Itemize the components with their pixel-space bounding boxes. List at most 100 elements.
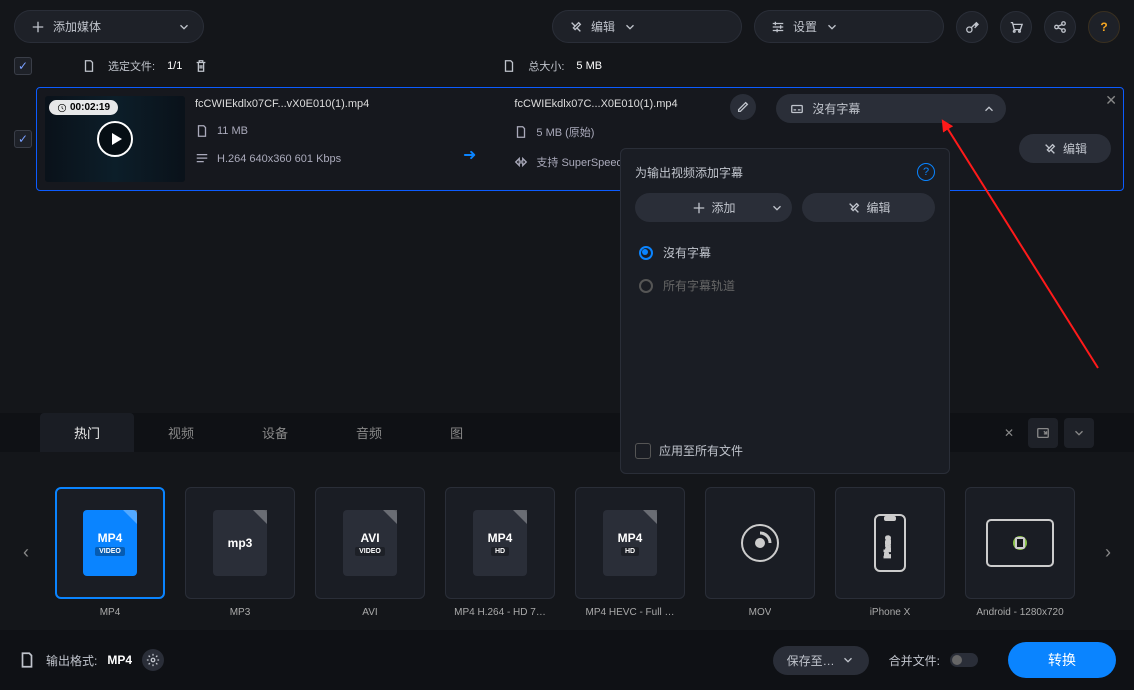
cart-button[interactable] [1000,11,1032,43]
tools-icon [1043,142,1057,156]
output-format-value: MP4 [107,653,132,667]
subtitle-icon [790,102,804,116]
selected-count: 1/1 [167,60,182,72]
radio-all-tracks[interactable]: 所有字幕轨道 [635,269,935,302]
popup-title: 为输出视频添加字幕 [635,164,743,181]
radio-label-2: 所有字幕轨道 [663,277,735,294]
tab-hot[interactable]: 热门 [40,413,134,452]
help-button[interactable]: ? [1088,11,1120,43]
formats-next-button[interactable]: › [1096,523,1120,583]
key-button[interactable] [956,11,988,43]
total-size-label: 总大小: [528,58,564,74]
expand-icon [1036,426,1050,440]
tabs-collapse-button[interactable] [1064,418,1094,448]
selected-files-label: 选定文件: [108,58,155,74]
merge-label: 合并文件: [889,652,940,669]
duration-badge: 00:02:19 [49,100,118,115]
tabs-expand-button[interactable] [1028,418,1058,448]
file-edit-button[interactable]: 编辑 [1019,134,1111,163]
radio-no-subtitle[interactable]: 沒有字幕 [635,236,935,269]
format-item[interactable]: MP4HDMP4 HEVC - Full … [572,487,688,618]
gear-icon [146,653,160,667]
tabs-close-button[interactable]: ✕ [996,418,1022,448]
tab-audio[interactable]: 音频 [322,413,416,452]
merge-toggle[interactable] [950,653,978,667]
key-icon [965,20,979,34]
format-item[interactable]: MP4HDMP4 H.264 - HD 7… [442,487,558,618]
subtitle-popup: 为输出视频添加字幕 ? 添加 编辑 沒有字幕 所有字幕轨道 应用至所有文件 [620,148,950,474]
remove-file-button[interactable]: ✕ [1105,92,1117,109]
format-label: iPhone X [870,607,911,618]
format-item[interactable]: AVIVIDEOAVI [312,487,428,618]
speed-icon [514,155,528,169]
format-item[interactable]: mp3MP3 [182,487,298,618]
chevron-down-icon [623,20,637,34]
popup-edit-button[interactable]: 编辑 [802,193,935,222]
add-media-button[interactable]: 添加媒体 [14,10,204,43]
cart-icon [1009,20,1023,34]
chevron-down-icon [841,653,855,667]
apply-all-label: 应用至所有文件 [659,442,743,459]
share-icon [1053,20,1067,34]
chevron-down-icon [825,20,839,34]
plus-icon [31,20,45,34]
pencil-icon [736,100,750,114]
convert-button[interactable]: 转换 [1008,642,1116,678]
input-filename: fcCWIEkdlx07CF...vX0E010(1).mp4 [195,98,369,110]
format-item[interactable]: iPhone iPhone X [832,487,948,618]
edit-label: 编辑 [591,18,615,35]
format-label: MOV [749,607,772,618]
plus-icon [692,201,706,215]
settings-dropdown[interactable]: 设置 [754,10,944,43]
subtitle-dropdown[interactable]: 沒有字幕 [776,94,1006,123]
popup-help-button[interactable]: ? [917,163,935,181]
popup-edit-label: 编辑 [867,199,891,216]
file-icon [18,651,36,669]
save-to-label: 保存至… [787,652,835,669]
radio-icon [639,246,653,260]
format-label: MP4 H.264 - HD 7… [454,607,546,618]
file-icon [195,124,209,138]
format-item[interactable]: MOV [702,487,818,618]
radio-label-1: 沒有字幕 [663,244,711,261]
svg-text:iPhone: iPhone [885,536,892,558]
tab-image[interactable]: 图 [416,413,497,452]
tools-icon [847,201,861,215]
formats-prev-button[interactable]: ‹ [14,523,38,583]
edit-dropdown[interactable]: 编辑 [552,10,742,43]
delete-button[interactable] [194,59,208,73]
output-format-label: 输出格式: [46,652,97,669]
help-icon: ? [1100,20,1107,34]
select-all-checkbox[interactable] [14,57,32,75]
tab-video[interactable]: 视频 [134,413,228,452]
info-icon [195,152,209,166]
share-button[interactable] [1044,11,1076,43]
output-filename: fcCWIEkdlx07C...X0E010(1).mp4 [514,98,677,110]
save-to-button[interactable]: 保存至… [773,646,869,675]
popup-add-label: 添加 [712,199,736,216]
arrow-icon: ➜ [463,145,476,165]
tab-device[interactable]: 设备 [228,413,322,452]
file-edit-label: 编辑 [1063,140,1087,157]
rename-button[interactable] [730,94,756,120]
format-label: MP4 HEVC - Full … [586,607,675,618]
apply-all-checkbox[interactable] [635,443,651,459]
format-list: ‹ MP4VIDEOMP4mp3MP3AVIVIDEOAVIMP4HDMP4 H… [0,487,1134,618]
format-label: MP3 [230,607,251,618]
file-item: 00:02:19 fcCWIEkdlx07CF...vX0E010(1).mp4… [36,87,1124,191]
output-settings-button[interactable] [142,649,164,671]
radio-icon [639,279,653,293]
popup-add-button[interactable]: 添加 [635,193,792,222]
file-checkbox[interactable] [14,130,32,148]
format-item[interactable]: Android - 1280x720 [962,487,1078,618]
format-label: AVI [362,607,377,618]
play-button[interactable] [97,121,133,157]
thumbnail[interactable]: 00:02:19 [45,96,185,182]
format-item[interactable]: MP4VIDEOMP4 [52,487,168,618]
settings-label: 设置 [793,18,817,35]
format-tabs: 热门 视频 设备 音频 图 ✕ [0,413,1134,452]
chevron-down-icon [770,201,784,215]
bottom-bar: 输出格式: MP4 保存至… 合并文件: 转换 [0,630,1134,690]
input-size: 11 MB [217,125,248,137]
file-select-icon [82,59,96,73]
